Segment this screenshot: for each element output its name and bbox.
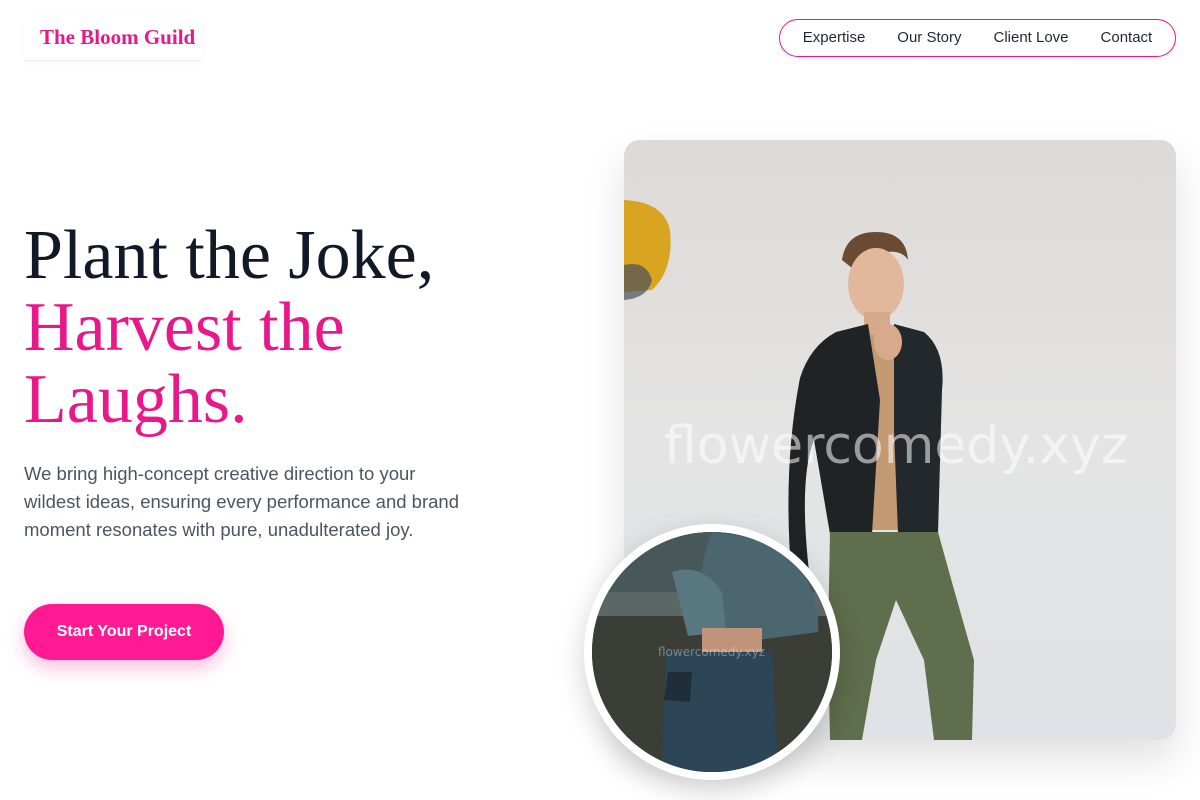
nav-link-our-story[interactable]: Our Story [897, 28, 961, 48]
headline-line-2: Harvest the [24, 289, 345, 366]
logo[interactable]: The Bloom Guild [24, 16, 202, 61]
headline-line-3: Laughs. [24, 361, 248, 438]
landing-page: The Bloom Guild Expertise Our Story Clie… [0, 0, 1200, 800]
nav-link-client-love[interactable]: Client Love [993, 28, 1068, 48]
hero-subtext: We bring high-concept creative direction… [24, 463, 459, 540]
hero-inset-image: flowercomedy.xyz [592, 532, 832, 772]
nav-link-expertise[interactable]: Expertise [803, 28, 866, 48]
main-image-watermark: flowercomedy.xyz [664, 416, 1129, 476]
inset-image-watermark: flowercomedy.xyz [658, 645, 766, 659]
hero-headline: Plant the Joke, Harvest the Laughs. [24, 220, 524, 436]
start-project-button[interactable]: Start Your Project [24, 604, 224, 660]
hero-inset-frame: flowercomedy.xyz [584, 524, 840, 780]
headline-line-1: Plant the Joke, [24, 217, 435, 294]
main-nav: Expertise Our Story Client Love Contact [779, 19, 1176, 57]
nav-link-contact[interactable]: Contact [1101, 28, 1153, 48]
